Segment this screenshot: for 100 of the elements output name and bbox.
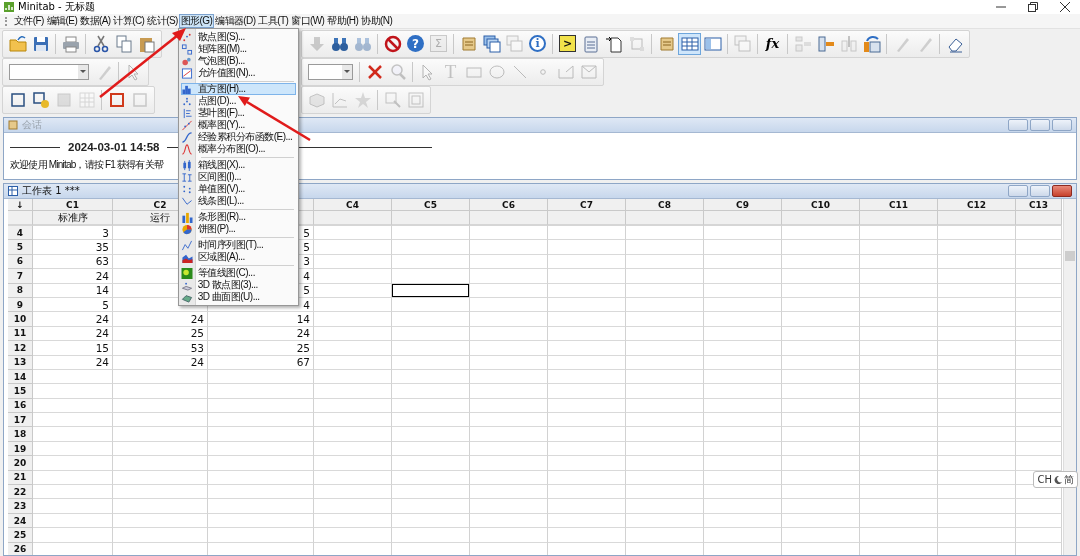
table-cell bbox=[1016, 355, 1062, 370]
language-label: CH bbox=[1037, 474, 1052, 485]
column-header[interactable]: C11 bbox=[860, 199, 938, 211]
table-cell: 24 bbox=[208, 326, 314, 342]
scrollbar[interactable] bbox=[1063, 199, 1076, 555]
table-cell: 5 bbox=[33, 297, 113, 313]
close-icon[interactable] bbox=[1060, 2, 1070, 12]
scroll-thumb[interactable] bbox=[1065, 251, 1075, 261]
table-cell: 14 bbox=[208, 312, 314, 327]
menu-item[interactable]: 文件(F) bbox=[13, 15, 45, 27]
column-header[interactable]: C8 bbox=[626, 199, 704, 211]
close-button[interactable] bbox=[1052, 185, 1072, 197]
bubble-chart-icon bbox=[180, 55, 193, 67]
magnifier-icon bbox=[388, 62, 407, 81]
column-name[interactable]: 标准序 bbox=[33, 211, 113, 226]
scissors-icon bbox=[91, 34, 110, 53]
histogram-icon bbox=[180, 83, 193, 95]
window-title: 工作表 1 *** bbox=[22, 185, 80, 197]
row-number: 22 bbox=[8, 485, 33, 500]
table-cell bbox=[1016, 499, 1062, 514]
menu-item[interactable]: 直方图(H)... bbox=[180, 83, 297, 95]
column-header[interactable]: C9 bbox=[704, 199, 782, 211]
menu-item[interactable]: 数据(A) bbox=[79, 15, 112, 27]
mode-label: 简 bbox=[1064, 472, 1074, 487]
table-cell bbox=[1016, 326, 1062, 342]
column-header[interactable]: C12 bbox=[938, 199, 1016, 211]
menu-item[interactable]: 帮助(H) bbox=[326, 15, 360, 27]
restore-icon[interactable] bbox=[1028, 2, 1038, 12]
column-header[interactable]: C10 bbox=[782, 199, 860, 211]
table-cell bbox=[1016, 269, 1062, 284]
scroll-icon bbox=[657, 34, 676, 53]
minimize-button[interactable] bbox=[1008, 119, 1028, 131]
menu-item[interactable]: 时间序列图(T)... bbox=[180, 239, 297, 251]
menu-item[interactable]: 统计(S) bbox=[146, 15, 179, 27]
column-header: ↓ bbox=[8, 199, 33, 211]
moon-icon bbox=[1054, 475, 1062, 484]
row-number: 15 bbox=[8, 384, 33, 399]
printer-icon bbox=[61, 34, 80, 53]
table-cell: 3 bbox=[33, 226, 113, 241]
grid-icon bbox=[77, 90, 96, 109]
column-header[interactable]: C5 bbox=[392, 199, 470, 211]
star-icon bbox=[353, 90, 372, 109]
restore-button[interactable] bbox=[1030, 185, 1050, 197]
row-number: 25 bbox=[8, 528, 33, 543]
column-icon bbox=[793, 34, 812, 53]
column-icon bbox=[816, 34, 835, 53]
box-icon bbox=[307, 90, 326, 109]
windows-icon bbox=[482, 34, 501, 53]
column-header[interactable]: C7 bbox=[548, 199, 626, 211]
matrix-plot-icon bbox=[180, 43, 193, 55]
table-cell bbox=[1016, 283, 1062, 298]
dropdown-field[interactable] bbox=[9, 63, 89, 80]
table-cell bbox=[1016, 226, 1062, 241]
table-cell bbox=[1016, 297, 1062, 313]
menu-item[interactable]: 饼图(P)... bbox=[180, 223, 297, 235]
table-cell bbox=[1016, 413, 1062, 428]
menu-item[interactable]: 编辑(E) bbox=[45, 15, 79, 27]
menu-item[interactable]: 协助(N) bbox=[360, 15, 394, 27]
boxplot-icon bbox=[180, 159, 193, 171]
menu-item[interactable]: 允许值图(N)... bbox=[180, 67, 297, 79]
column-icon bbox=[862, 34, 881, 53]
menu-item[interactable]: 计算(C) bbox=[112, 15, 146, 27]
table-cell bbox=[1016, 312, 1062, 327]
row-number: 20 bbox=[8, 456, 33, 471]
menu-item[interactable]: 箱线图(X)... bbox=[180, 159, 297, 171]
table-cell: 24 bbox=[33, 269, 113, 284]
menu-item[interactable]: 线条图(L)... bbox=[180, 195, 297, 207]
menu-item[interactable]: 编辑器(D) bbox=[214, 15, 257, 27]
dot-plot-icon bbox=[180, 95, 193, 107]
column-icon bbox=[839, 34, 858, 53]
contour-plot-icon bbox=[180, 267, 193, 279]
new-document-icon bbox=[604, 34, 623, 53]
menu-item[interactable]: 工具(T) bbox=[257, 15, 290, 27]
notepad-icon bbox=[581, 34, 600, 53]
scroll-icon bbox=[8, 120, 18, 130]
panel-icon bbox=[703, 34, 722, 53]
frame-icon bbox=[627, 34, 646, 53]
restore-button[interactable] bbox=[1030, 119, 1050, 131]
chart-icon bbox=[330, 90, 349, 109]
menu-item[interactable]: 窗口(W) bbox=[290, 15, 326, 27]
toolbar-button[interactable] bbox=[678, 32, 701, 55]
table-cell: 25 bbox=[208, 341, 314, 356]
table-cell: 24 bbox=[33, 312, 113, 327]
menu-item[interactable]: 等值线图(C)... bbox=[180, 267, 297, 279]
column-header[interactable]: C4 bbox=[314, 199, 392, 211]
minimize-button[interactable] bbox=[1008, 185, 1028, 197]
dropdown-field[interactable] bbox=[308, 63, 353, 80]
input-method-indicator[interactable]: CH 简 bbox=[1033, 471, 1078, 488]
ellipse-icon bbox=[487, 62, 506, 81]
menu-item[interactable]: 区域图(A)... bbox=[180, 251, 297, 263]
close-button[interactable] bbox=[1052, 119, 1072, 131]
scroll-icon bbox=[459, 34, 478, 53]
toolbar-button[interactable] bbox=[480, 32, 503, 55]
menu-item[interactable]: 概率分布图(O)... bbox=[180, 143, 297, 155]
column-header[interactable]: C1 bbox=[33, 199, 113, 211]
column-header[interactable]: C6 bbox=[470, 199, 548, 211]
column-header[interactable]: C13 bbox=[1016, 199, 1062, 211]
frame-icon bbox=[8, 90, 27, 109]
table-cell bbox=[1016, 384, 1062, 399]
menu-item[interactable]: 条形图(R)... bbox=[180, 211, 297, 223]
